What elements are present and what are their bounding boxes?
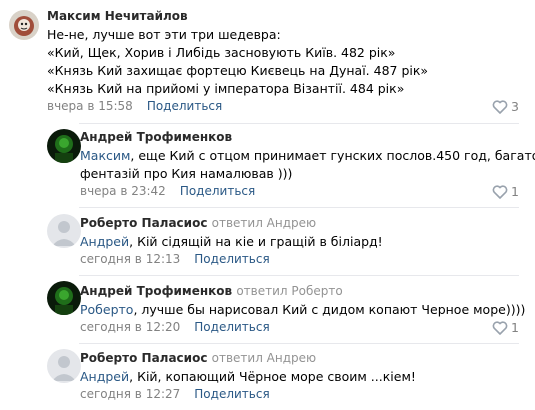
comment-text: , лучше бы нарисовал Кий с дидом копают … [133, 302, 526, 317]
comment-text-line: Андрей, Кій сідящій на кіе и гращій в бі… [80, 233, 383, 251]
comment-text-line: фентазій про Кия намалював ))) [80, 166, 293, 181]
author-name[interactable]: Андрей Трофименков [80, 284, 232, 298]
share-button[interactable]: Поделиться [194, 320, 269, 334]
comment-author[interactable]: Андрей Трофименков ответил Роберто [80, 284, 343, 298]
share-button[interactable]: Поделиться [194, 387, 269, 401]
like-button[interactable]: 3 [492, 99, 519, 114]
divider [79, 343, 519, 344]
comment-meta: вчера в 23:42 Поделиться [80, 184, 255, 198]
author-name[interactable]: Андрей Трофименков [80, 130, 232, 144]
comment-author[interactable]: Андрей Трофименков [80, 130, 232, 144]
mention-link[interactable]: Максим [80, 148, 130, 163]
author-name[interactable]: Роберто Паласиос [80, 216, 207, 230]
comment-text-line: Максим, еще Кий с отцом принимает гунски… [80, 147, 535, 165]
avatar[interactable] [47, 214, 81, 248]
comment-text: , еще Кий с отцом принимает гунских посл… [130, 148, 535, 163]
share-button[interactable]: Поделиться [194, 252, 269, 266]
comment-author[interactable]: Максим Нечитайлов [47, 9, 188, 23]
like-count: 3 [511, 99, 519, 114]
author-name[interactable]: Максим Нечитайлов [47, 9, 188, 23]
comment-text-line: Андрей, Кій, копающий Чёрное море своим … [80, 368, 416, 386]
avatar[interactable] [9, 10, 39, 40]
comment-text-line: «Кий, Щек, Хорив і Либідь засновують Киї… [47, 45, 396, 60]
mention-link[interactable]: Андрей [80, 369, 129, 384]
comment-text-line: Роберто, лучше бы нарисовал Кий с дидом … [80, 301, 525, 319]
share-button[interactable]: Поделиться [147, 99, 222, 113]
avatar[interactable] [47, 349, 81, 383]
comment-meta: вчера в 15:58 Поделиться [47, 99, 222, 113]
comment-time[interactable]: вчера в 15:58 [47, 99, 133, 113]
comment-meta: сегодня в 12:27 Поделиться [80, 387, 270, 401]
reply-to-label[interactable]: ответил Роберто [236, 284, 342, 298]
share-button[interactable]: Поделиться [180, 184, 255, 198]
like-count: 1 [511, 184, 519, 199]
comment-time[interactable]: сегодня в 12:20 [80, 320, 180, 334]
comment-text-line: «Князь Кий на прийомі у імператора Візан… [47, 81, 405, 96]
avatar[interactable] [47, 281, 81, 315]
mention-link[interactable]: Андрей [80, 234, 129, 249]
reply-to-label[interactable]: ответил Андрею [212, 351, 317, 365]
reply-to-label[interactable]: ответил Андрею [212, 216, 317, 230]
heart-icon [492, 99, 508, 114]
comment-time[interactable]: сегодня в 12:27 [80, 387, 180, 401]
comment-text: , Кій, копающий Чёрное море своим ...кіе… [129, 369, 416, 384]
comment-text-line: «Князь Кий захищає фортецю Києвець на Ду… [47, 63, 429, 78]
comment-meta: сегодня в 12:13 Поделиться [80, 252, 270, 266]
comment-time[interactable]: сегодня в 12:13 [80, 252, 180, 266]
like-button[interactable]: 1 [492, 184, 519, 199]
mention-link[interactable]: Роберто [80, 302, 133, 317]
divider [79, 207, 519, 208]
comment-time[interactable]: вчера в 23:42 [80, 184, 166, 198]
comment-author[interactable]: Роберто Паласиос ответил Андрею [80, 351, 316, 365]
author-name[interactable]: Роберто Паласиос [80, 351, 207, 365]
comment-text: , Кій сідящій на кіе и гращій в біліард! [129, 234, 383, 249]
like-button[interactable]: 1 [492, 320, 519, 335]
comment-text-line: Не-не, лучше вот эти три шедевра: [47, 27, 281, 42]
comment-meta: сегодня в 12:20 Поделиться [80, 320, 270, 334]
divider [79, 123, 519, 124]
heart-icon [492, 320, 508, 335]
comment-author[interactable]: Роберто Паласиос ответил Андрею [80, 216, 316, 230]
heart-icon [492, 184, 508, 199]
avatar[interactable] [47, 129, 81, 163]
like-count: 1 [511, 320, 519, 335]
divider [79, 275, 519, 276]
